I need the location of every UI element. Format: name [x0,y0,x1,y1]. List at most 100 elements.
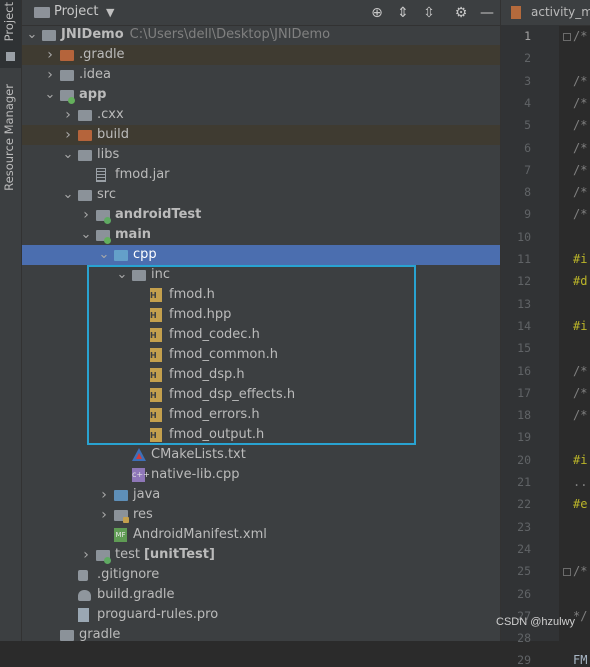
tree-row[interactable]: fmod.jar [22,165,500,185]
tree-row-label: fmod_dsp_effects.h [169,387,295,402]
chevron-right-icon[interactable]: › [98,487,110,503]
code-line: /* [573,140,588,155]
tree-row[interactable]: ⌄ cpp [22,245,500,265]
tree-row[interactable]: Hfmod.h [22,285,500,305]
tree-row[interactable]: Hfmod_codec.h [22,325,500,345]
tree-row-name: AndroidManifest.xml [133,527,267,542]
chevron-right-icon[interactable]: › [62,127,74,143]
line-number: 29 [517,653,531,667]
tree-row-name: fmod_common.h [169,347,278,362]
chevron-down-icon[interactable]: ⌄ [26,27,38,43]
editor-tab[interactable]: activity_ma [501,0,590,26]
tree-row[interactable]: › .cxx [22,105,500,125]
tree-row-label: fmod_output.h [169,427,264,442]
gitignore-icon [78,568,94,582]
line-number: 26 [517,586,531,601]
tree-row[interactable]: ⌄ src [22,185,500,205]
jar-file-icon [96,168,112,182]
chevron-down-icon[interactable]: ⌄ [62,147,74,163]
tree-row-name: .gradle [79,47,125,62]
tree-row[interactable]: › .gradle [22,45,500,65]
tree-row-name: CMakeLists.txt [151,447,246,462]
tree-row-name: fmod_output.h [169,427,265,442]
tree-row-name: .idea [79,67,111,82]
line-number: 1 [524,29,531,43]
tree-row[interactable]: Hfmod_dsp_effects.h [22,385,500,405]
tree-row-label: libs [97,147,119,162]
gear-icon[interactable]: ⚙ [452,4,470,22]
tree-row[interactable]: c++ native-lib.cpp [22,465,500,485]
code-line: /* [573,564,588,579]
chevron-right-icon[interactable]: › [80,207,92,223]
header-file-icon: H [150,308,166,322]
locate-file-icon[interactable]: ⊕ [368,4,386,22]
chevron-right-icon[interactable]: › [62,107,74,123]
tree-row[interactable]: › .idea [22,65,500,85]
tree-row[interactable]: ⌄ main [22,225,500,245]
tree-row-name: src [97,187,116,202]
tree-row-name: main [115,227,152,242]
tree-row-label: fmod.h [169,287,215,302]
tree-row[interactable]: Hfmod_errors.h [22,405,500,425]
tree-row-name: cpp [133,247,157,262]
folder-icon [60,68,76,82]
tree-row[interactable]: Hfmod_output.h [22,425,500,445]
tree-row[interactable]: build.gradle [22,585,500,605]
resource-manager-tab-label: Resource Manager [2,84,16,191]
chevron-right-icon[interactable]: › [44,47,56,63]
fold-marker-icon[interactable] [563,568,571,577]
watermark: CSDN @hzulwy [496,616,576,628]
tree-row-label: res [133,507,153,522]
chevron-right-icon[interactable]: › [44,67,56,83]
expand-all-icon[interactable]: ⇕ [394,4,412,22]
line-number: 18 [517,408,531,423]
tree-row[interactable]: ⌄ JNIDemo C:\Users\dell\Desktop\JNIDemo [22,25,500,45]
line-number: 8 [524,185,531,200]
tree-row[interactable]: Hfmod_dsp.h [22,365,500,385]
tree-row[interactable]: Hfmod.hpp [22,305,500,325]
code-line: /* [573,363,588,378]
chevron-down-icon[interactable]: ⌄ [116,267,128,283]
tree-row[interactable]: › androidTest [22,205,500,225]
tree-row[interactable]: proguard-rules.pro [22,605,500,625]
code-line: /* [573,185,588,200]
tree-row[interactable]: › test [unitTest] [22,545,500,565]
tree-row[interactable]: › build [22,125,500,145]
tree-row[interactable]: ⌄ libs [22,145,500,165]
hide-panel-icon[interactable]: — [478,4,496,22]
chevron-down-icon[interactable]: ⌄ [62,187,74,203]
tree-row[interactable]: ⌄ inc [22,265,500,285]
tree-row[interactable]: Hfmod_common.h [22,345,500,365]
folder-icon [78,188,94,202]
folder-icon [60,88,76,104]
tree-row-label: fmod_common.h [169,347,278,362]
project-panel-title[interactable]: Project [54,4,98,19]
line-number: 15 [517,341,531,356]
tree-row-label: fmod_errors.h [169,407,260,422]
project-path: C:\Users\dell\Desktop\JNIDemo [129,27,331,42]
folder-icon [96,228,112,244]
code-line: /* [573,162,588,177]
folder-icon [78,148,94,162]
tree-row[interactable]: › java [22,485,500,505]
line-number: 24 [517,541,531,556]
tree-row[interactable]: gradle [22,625,500,645]
chevron-right-icon[interactable]: › [98,507,110,523]
tree-row-label: .idea [79,67,111,82]
project-tool-tab[interactable]: Project [0,0,21,68]
chevron-down-icon[interactable]: ⌄ [98,247,110,263]
tree-row-label: native-lib.cpp [151,467,240,482]
view-selector-chevron-down-icon[interactable]: ▼ [106,6,114,19]
chevron-right-icon[interactable]: › [80,547,92,563]
chevron-down-icon[interactable]: ⌄ [44,87,56,103]
tree-row[interactable]: MF AndroidManifest.xml [22,525,500,545]
tree-row[interactable]: .gitignore [22,565,500,585]
tree-row[interactable]: CMakeLists.txt [22,445,500,465]
chevron-down-icon[interactable]: ⌄ [80,227,92,243]
tree-row[interactable]: › res [22,505,500,525]
fold-marker-icon[interactable] [563,33,571,41]
collapse-all-icon[interactable]: ⇳ [420,4,438,22]
tree-row-name: .cxx [97,107,124,122]
tree-row[interactable]: ⌄ app [22,85,500,105]
resource-manager-tab[interactable]: Resource Manager [0,80,21,200]
